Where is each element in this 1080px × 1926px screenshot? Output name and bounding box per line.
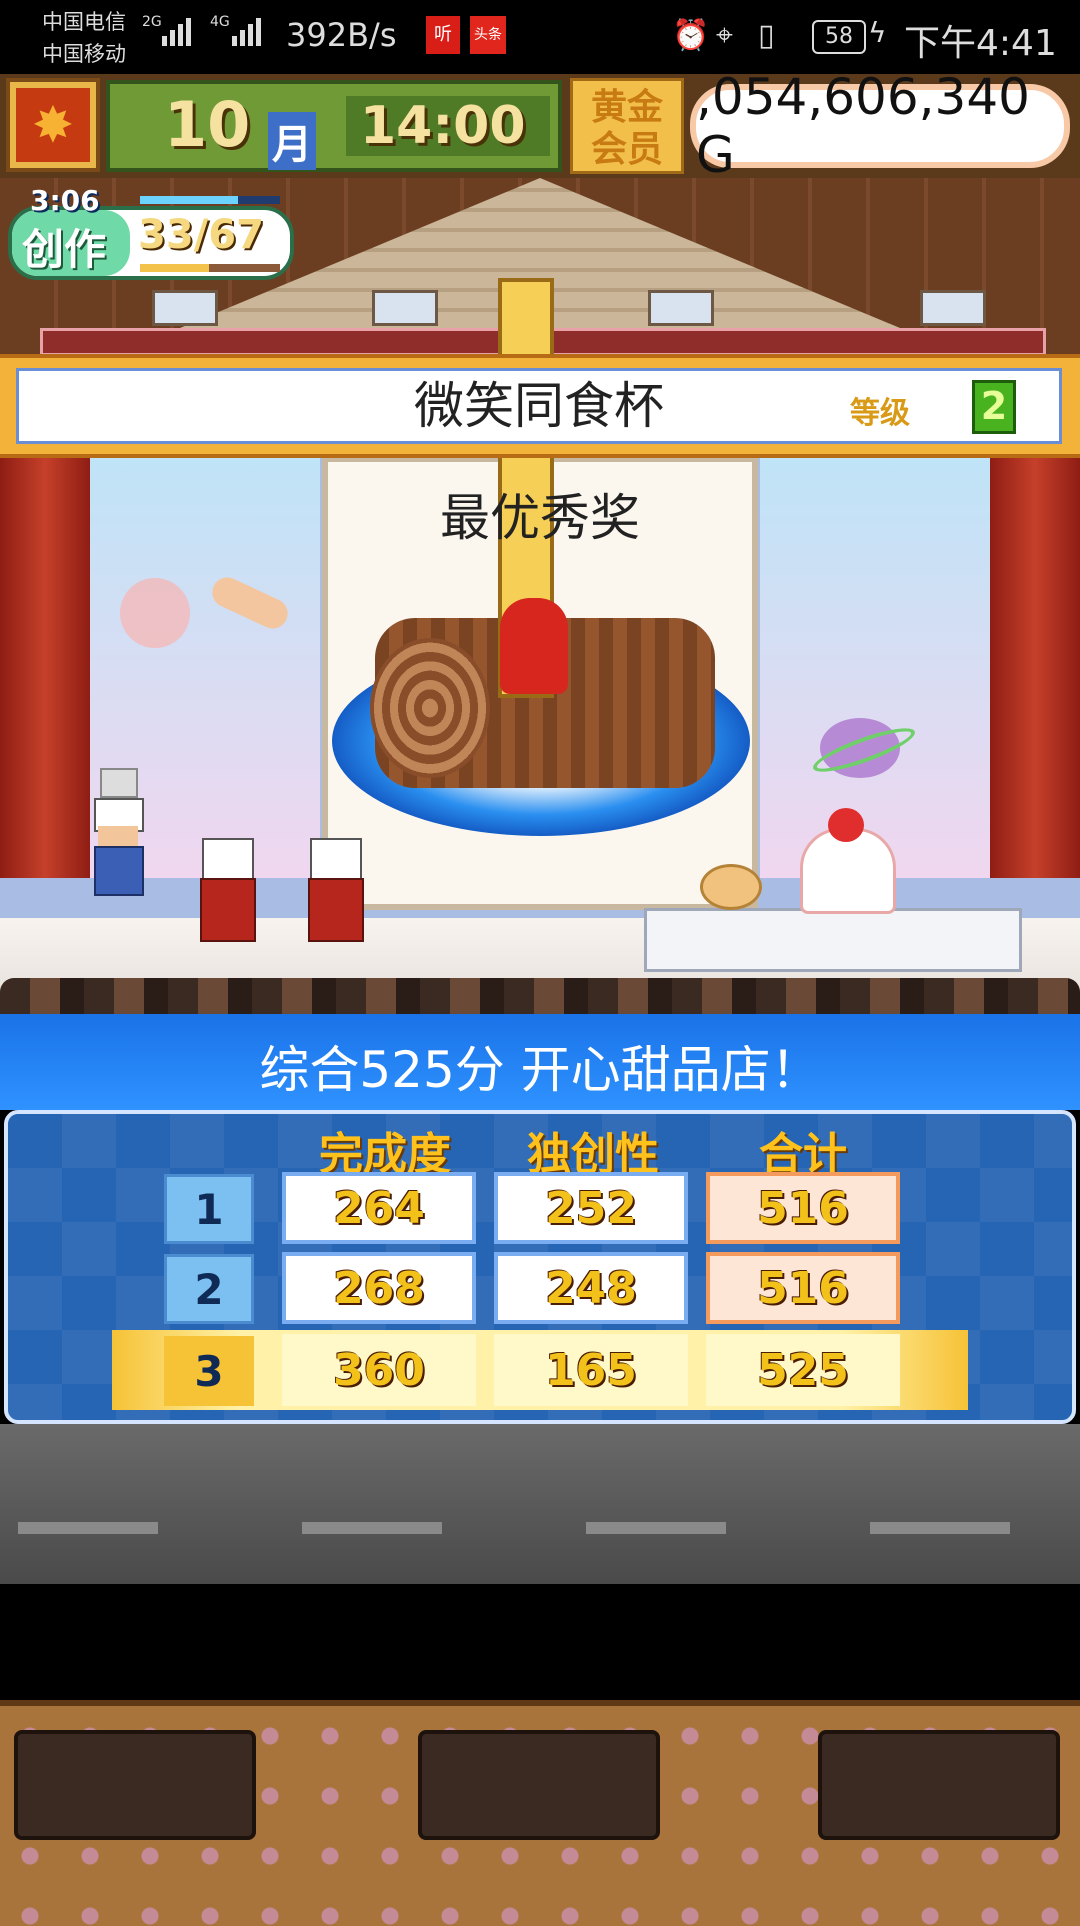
season-badge[interactable]: ✸ <box>6 78 100 172</box>
log-cake-end <box>370 638 490 778</box>
date-panel: 10 月 14:00 <box>106 80 562 172</box>
month-unit: 月 <box>268 112 316 170</box>
create-timer: 3:06 <box>30 184 100 217</box>
grade-label: 等级 <box>850 396 910 431</box>
result-summary: 综合525分 开心甜品店！ <box>0 1014 1080 1110</box>
road-dash <box>302 1522 442 1534</box>
clock: 下午4:41 <box>904 23 1057 64</box>
audience-row <box>0 978 1080 1014</box>
net-speed: 392B/s <box>286 16 397 54</box>
score-originality-1: 252 <box>494 1172 688 1244</box>
score-originality-2: 248 <box>494 1252 688 1324</box>
score-total-1: 516 <box>706 1172 900 1244</box>
listen-app-icon: 听 <box>426 16 460 54</box>
create-progress: 33/67 <box>138 212 264 258</box>
rank-3: 3 <box>164 1336 254 1406</box>
menu-slot-center[interactable] <box>418 1730 660 1840</box>
award-title: 最优秀奖 <box>440 489 640 547</box>
judge-1 <box>196 838 256 968</box>
alarm-icon: ⏰ <box>672 18 710 53</box>
game-top-bar: ✸ 10 月 14:00 黄金会员 ,054,606,340 G <box>0 68 1080 184</box>
game-clock: 14:00 <box>360 96 526 156</box>
red-mascot <box>500 598 568 694</box>
signal-2-icon <box>232 18 264 46</box>
signal-1-icon <box>162 18 194 46</box>
head-chef <box>88 768 146 898</box>
contest-scene: 微笑同食杯 等级 2 最优秀奖 <box>0 178 1080 1014</box>
score-completion-3: 360 <box>282 1334 476 1406</box>
gold-member-label: 黄金会员 <box>590 87 663 170</box>
road-dash <box>586 1522 726 1534</box>
create-progress-bar <box>140 264 280 272</box>
carrier-2: 中国移动 <box>42 42 126 66</box>
maple-leaf-icon: ✸ <box>16 88 90 162</box>
judge-2 <box>304 838 364 968</box>
menu-slot-left[interactable] <box>14 1730 256 1840</box>
score-total-2: 516 <box>706 1252 900 1324</box>
create-label: 创作 <box>22 225 107 274</box>
money-display: ,054,606,340 G <box>690 68 1070 184</box>
gold-member-badge[interactable]: 黄金会员 <box>570 78 684 174</box>
charging-icon: ϟ <box>868 16 887 49</box>
dessert-table <box>644 908 1022 972</box>
road-dash <box>870 1522 1010 1534</box>
left-curtain <box>0 458 90 878</box>
score-originality-3: 165 <box>494 1334 688 1406</box>
grade-value: 2 <box>972 380 1016 434</box>
road-dash <box>18 1522 158 1534</box>
rank-2: 2 <box>164 1254 254 1324</box>
month-value: 10 <box>164 88 251 161</box>
carrier-1: 中国电信 <box>42 10 126 34</box>
menu-slot-right[interactable] <box>818 1730 1060 1840</box>
vibrate-icon: ▯ <box>758 18 775 53</box>
network-2-label: 4G <box>210 14 230 30</box>
location-icon: ⌖ <box>716 18 733 53</box>
status-bar: 中国电信 中国移动 2G 4G 392B/s 听 头条 ⏰ ⌖ ▯ 58 ϟ 下… <box>0 0 1080 74</box>
battery-icon: 58 <box>812 20 866 54</box>
score-completion-1: 264 <box>282 1172 476 1244</box>
timer-bar <box>140 196 280 204</box>
road-strip <box>0 1424 1080 1584</box>
rank-1: 1 <box>164 1174 254 1244</box>
right-backdrop <box>760 458 990 878</box>
toutiao-app-icon: 头条 <box>470 16 506 54</box>
score-completion-2: 268 <box>282 1252 476 1324</box>
network-1-label: 2G <box>142 14 162 30</box>
score-total-3: 525 <box>706 1334 900 1406</box>
right-curtain <box>990 458 1080 878</box>
